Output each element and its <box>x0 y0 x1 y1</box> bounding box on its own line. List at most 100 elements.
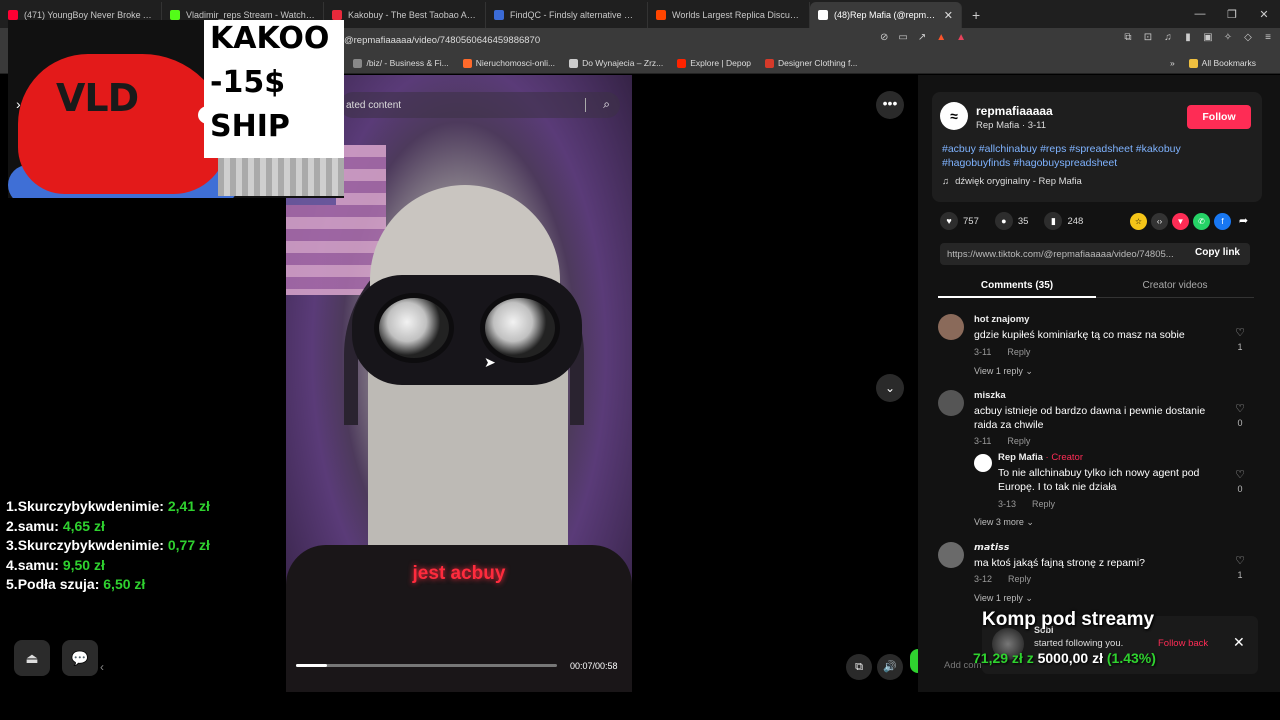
window-controls: — ❐ ✕ <box>1184 0 1280 28</box>
video-progress-bar[interactable] <box>296 664 557 667</box>
leaderboard-row: 2.samu: 4,65 zł <box>6 517 210 537</box>
reply-button[interactable]: Reply <box>1007 347 1030 357</box>
comment-avatar[interactable] <box>938 542 964 568</box>
bookmark-favicon-icon <box>569 58 579 68</box>
restore-button[interactable]: ❐ <box>1216 8 1248 21</box>
menu-icon[interactable]: ≡ <box>1262 32 1274 44</box>
close-window-button[interactable]: ✕ <box>1248 8 1280 21</box>
tab-label: FindQC - Findsly alternative QC Finde <box>510 10 639 20</box>
bookmark-favicon-icon <box>677 58 687 68</box>
repost-icon[interactable]: ☆ <box>1130 213 1147 230</box>
bookmarks-overflow-icon[interactable]: » <box>1170 58 1175 68</box>
rewards-icon[interactable]: ▲ <box>956 32 966 43</box>
url-actions: ⊘ ▭ ↗ ▲ ▲ <box>880 32 966 43</box>
search-icon[interactable]: ⌕ <box>603 97 610 112</box>
url-text: @repmafiaaaaa/video/7480560646459886870 <box>344 34 541 46</box>
comment-avatar[interactable] <box>938 390 964 416</box>
comment-like-count: 1 <box>1237 342 1243 352</box>
tab-creator-videos[interactable]: Creator videos <box>1096 280 1254 291</box>
browser-tab[interactable]: Kakobuy - The Best Taobao Agent He <box>324 2 486 28</box>
post-link-text: https://www.tiktok.com/@repmafiaaaaa/vid… <box>947 248 1174 260</box>
post-hashtags[interactable]: #acbuy #allchinabuy #reps #spreadsheet #… <box>942 142 1242 170</box>
follow-button[interactable]: Follow <box>1187 105 1251 129</box>
wallet-icon[interactable]: ▣ <box>1202 32 1214 44</box>
tracking-off-icon[interactable]: ⊘ <box>880 32 888 43</box>
volume-icon[interactable]: 🔊 <box>877 654 903 680</box>
more-options-icon[interactable]: ••• <box>876 91 904 119</box>
bookmark-item[interactable]: Nieruchomosci-onli... <box>462 58 555 68</box>
comment-stat[interactable]: ● 35 <box>994 212 1028 230</box>
next-video-icon[interactable]: ⌄ <box>876 374 904 402</box>
chat-bubble-icon[interactable]: 💬 <box>62 640 98 676</box>
bookmark-item[interactable]: /biz/ - Business & Fi... <box>353 58 449 68</box>
send-icon[interactable]: ▼ <box>1172 213 1189 230</box>
bookmark-item[interactable]: Explore | Depop <box>677 58 751 68</box>
extensions-icon[interactable]: ⧉ <box>1122 32 1134 44</box>
comment-avatar[interactable] <box>938 314 964 340</box>
post-sound[interactable]: ♫ dźwięk oryginalny - Rep Mafia <box>942 176 1082 187</box>
leaderboard-amount: 6,50 zł <box>103 576 146 592</box>
video-progress-fill <box>296 664 328 667</box>
reply-button[interactable]: Reply <box>1007 436 1030 446</box>
expand-arrow-icon[interactable]: › <box>16 96 21 112</box>
bookmark-item[interactable]: Do Wynajecia – Zrz... <box>569 58 663 68</box>
embed-icon[interactable]: ‹› <box>1151 213 1168 230</box>
comment-like[interactable]: ♡ 1 <box>1232 326 1248 352</box>
follow-back-button[interactable]: Follow back <box>1158 638 1208 649</box>
vpn-icon[interactable]: ◇ <box>1242 32 1254 44</box>
tab-close-icon[interactable]: ✕ <box>940 9 953 22</box>
music-icon[interactable]: ♫ <box>1162 32 1174 44</box>
brave-shield-icon[interactable]: ▲ <box>936 32 946 43</box>
stream-goal-title: Komp pod streamy <box>982 609 1155 630</box>
reply-date: 3-13 <box>998 499 1017 509</box>
share-icon[interactable]: ↗ <box>918 32 926 43</box>
close-icon[interactable]: ✕ <box>1233 634 1245 651</box>
tab-comments[interactable]: Comments (35) <box>938 280 1096 291</box>
video-search-bar[interactable]: ated content ⌕ <box>340 92 620 118</box>
reply-avatar[interactable] <box>974 454 992 472</box>
comment-like[interactable]: ♡ 1 <box>1232 554 1248 580</box>
save-stat[interactable]: ▮ 248 <box>1044 212 1083 230</box>
bookmark-label: Designer Clothing f... <box>778 58 858 68</box>
view-replies-button[interactable]: View 1 reply ⌄ <box>974 366 1033 377</box>
copy-link-button[interactable]: Copy link <box>1195 247 1240 258</box>
share-forward-icon[interactable]: ➦ <box>1235 213 1252 230</box>
browser-tab[interactable]: Worlds Largest Replica Discussion Bo <box>648 2 810 28</box>
picture-in-picture-icon[interactable]: ⧉ <box>846 654 872 680</box>
bookmark-item[interactable]: Designer Clothing f... <box>765 58 857 68</box>
browser-tab[interactable]: FindQC - Findsly alternative QC Finde <box>486 2 648 28</box>
post-link-field[interactable]: https://www.tiktok.com/@repmafiaaaaa/vid… <box>940 243 1250 265</box>
comment-author[interactable]: hot znajomy <box>974 314 1029 325</box>
bookmark-icon: ▮ <box>1044 212 1063 230</box>
comment-author[interactable]: miszka <box>974 390 1006 401</box>
creator-avatar[interactable]: ≈ <box>940 102 968 130</box>
reply-author[interactable]: Rep Mafia · Creator <box>998 452 1083 463</box>
reply-like[interactable]: ♡ 0 <box>1232 468 1248 494</box>
creator-username[interactable]: repmafiaaaaa <box>976 104 1053 118</box>
screenshot-icon[interactable]: ⊡ <box>1142 32 1154 44</box>
ai-icon[interactable]: ✧ <box>1222 32 1234 44</box>
like-stat[interactable]: ♥ 757 <box>940 212 979 230</box>
comment-meta: 3-12 Reply <box>974 574 1031 584</box>
comment-like[interactable]: ♡ 0 <box>1232 402 1248 428</box>
reply-button[interactable]: Reply <box>1008 574 1031 584</box>
view-more-replies-button[interactable]: View 3 more ⌄ <box>974 517 1034 528</box>
view-replies-button[interactable]: View 1 reply ⌄ <box>974 593 1033 604</box>
collapse-arrow-icon[interactable]: ‹ <box>100 660 104 674</box>
eject-icon[interactable]: ⏏ <box>14 640 50 676</box>
browser-tab[interactable]: (48)Rep Mafia (@repmafiaaa ✕ <box>810 2 962 28</box>
sidebar-icon[interactable]: ▮ <box>1182 32 1194 44</box>
whatsapp-icon[interactable]: ✆ <box>1193 213 1210 230</box>
reply-button[interactable]: Reply <box>1032 499 1055 509</box>
creator-badge: · Creator <box>1042 452 1084 463</box>
comment-like-count: 1 <box>1237 570 1243 580</box>
comment-author[interactable]: 𝙢𝙖𝙩𝙞𝙨𝙨 <box>974 542 1009 553</box>
creator-reply-item: Rep Mafia · Creator To nie allchinabuy t… <box>974 452 1254 522</box>
art-red-shape <box>18 54 228 194</box>
tab-favicon-icon <box>8 10 18 20</box>
all-bookmarks-folder[interactable]: All Bookmarks <box>1188 58 1256 68</box>
minimize-button[interactable]: — <box>1184 8 1216 20</box>
cast-icon[interactable]: ▭ <box>898 32 907 43</box>
new-tab-button[interactable]: + <box>972 2 980 28</box>
facebook-icon[interactable]: f <box>1214 213 1231 230</box>
